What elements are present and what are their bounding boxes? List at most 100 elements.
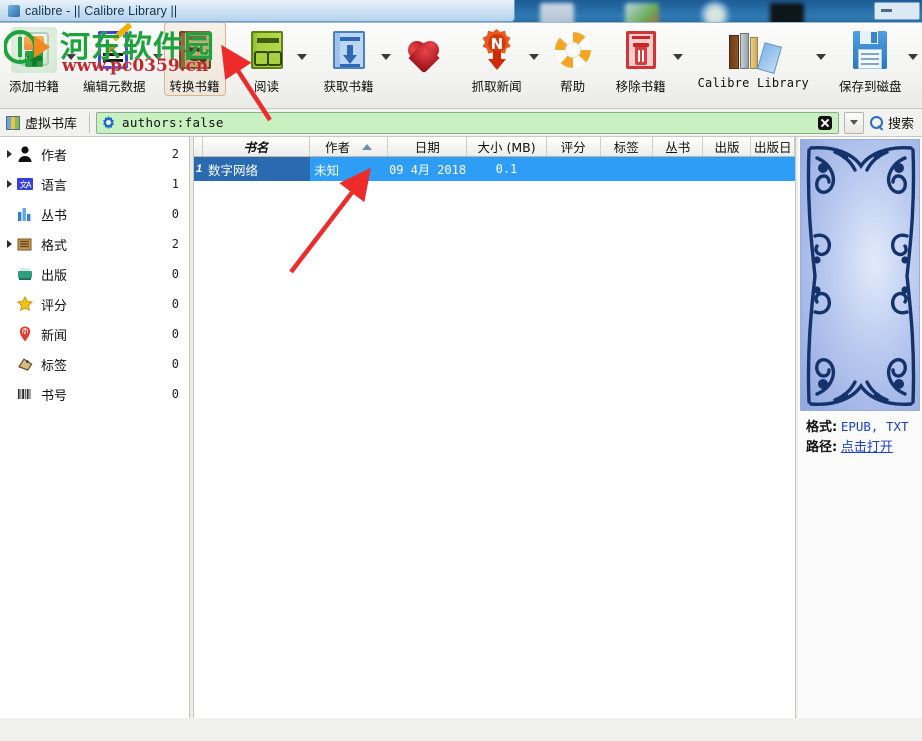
- tag-icon: [16, 355, 34, 373]
- virtual-library-button[interactable]: 虚拟书库: [0, 110, 85, 136]
- series-bars-icon: [16, 205, 34, 223]
- column-header-5[interactable]: 标签: [601, 137, 653, 156]
- sidebar-item-series[interactable]: 丛书 0: [0, 199, 189, 229]
- get-books-menu-arrow[interactable]: [379, 23, 393, 108]
- edit-metadata-button[interactable]: 编辑元数据: [78, 23, 151, 95]
- convert-books-button[interactable]: 转换书籍: [163, 23, 226, 96]
- add-books-label: 添加书籍: [9, 79, 60, 94]
- identifiers-barcode-icon: [16, 385, 34, 403]
- sidebar-label: 语言: [41, 178, 68, 194]
- content-area: 作者 2 文A 语言 1 丛书 0 格式 2 出版 0 评分 0 N 新闻 0 …: [0, 137, 922, 718]
- view-book-button[interactable]: 阅读: [239, 23, 295, 95]
- sidebar-label: 新闻: [41, 328, 68, 344]
- fetch-news-button[interactable]: N 抓取新闻: [467, 23, 527, 95]
- search-button-label: 搜索: [887, 117, 914, 132]
- toolbar-item-help: 帮助: [545, 23, 601, 108]
- detail-path-link[interactable]: 点击打开: [841, 440, 893, 455]
- table-cell-rating[interactable]: [545, 157, 600, 181]
- save-to-disk-icon: [847, 27, 893, 73]
- expand-arrow-icon[interactable]: [2, 240, 16, 248]
- detail-formats-row: 格式: EPUB, TXT: [806, 417, 920, 437]
- table-cell-tags[interactable]: [599, 157, 653, 181]
- sidebar-label: 作者: [41, 148, 68, 164]
- get-books-button[interactable]: 获取书籍: [319, 23, 379, 95]
- tag-browser-sidebar: 作者 2 文A 语言 1 丛书 0 格式 2 出版 0 评分 0 N 新闻 0 …: [0, 137, 190, 718]
- view-book-menu-arrow[interactable]: [295, 23, 309, 108]
- library-menu-arrow[interactable]: [814, 23, 828, 108]
- help-button[interactable]: 帮助: [545, 23, 601, 95]
- save-to-disk-menu-arrow[interactable]: [906, 23, 920, 108]
- sidebar-item-languages[interactable]: 文A 语言 1: [0, 169, 189, 199]
- table-row[interactable]: 1 数字网络 未知 09 4月 2018 0.1: [194, 157, 796, 181]
- sidebar-label: 书号: [41, 388, 68, 404]
- toolbar-item-get-books: 获取书籍: [319, 23, 393, 108]
- book-details-text: 格式: EPUB, TXT 路径: 点击打开: [800, 417, 922, 457]
- save-to-disk-button[interactable]: 保存到磁盘: [834, 23, 907, 95]
- sidebar-item-formats[interactable]: 格式 2: [0, 229, 189, 259]
- book-list-header: 书名 作者 日期 大小 (MB) 评分 标签 丛书 出版 出版日: [194, 137, 796, 157]
- table-cell-publisher[interactable]: [703, 157, 752, 181]
- sidebar-label: 评分: [41, 298, 68, 314]
- fetch-news-label: 抓取新闻: [471, 79, 522, 94]
- window-controls[interactable]: [874, 2, 920, 20]
- minimize-icon[interactable]: [881, 9, 892, 12]
- library-icon: [723, 27, 783, 74]
- convert-books-menu-arrow[interactable]: [225, 23, 239, 108]
- search-field[interactable]: authors:false: [96, 111, 839, 134]
- column-header-6[interactable]: 丛书: [653, 137, 704, 156]
- sidebar-item-authors[interactable]: 作者 2: [0, 139, 189, 169]
- library-label: Calibre Library: [697, 76, 809, 90]
- table-cell-author[interactable]: 未知: [310, 157, 389, 181]
- column-header-8[interactable]: 出版日: [751, 137, 796, 156]
- remove-books-button[interactable]: 移除书籍: [611, 23, 671, 95]
- column-header-3[interactable]: 大小 (MB): [467, 137, 547, 156]
- expand-arrow-icon[interactable]: [2, 150, 16, 158]
- publisher-typewriter-icon: [16, 265, 34, 283]
- sidebar-label: 格式: [41, 238, 68, 254]
- fetch-news-menu-arrow[interactable]: [527, 23, 541, 108]
- table-cell-date[interactable]: 09 4月 2018: [388, 157, 468, 181]
- edit-metadata-menu-arrow[interactable]: [151, 23, 165, 108]
- sidebar-item-tags[interactable]: 标签 0: [0, 349, 189, 379]
- search-history-dropdown[interactable]: [843, 111, 864, 134]
- add-books-button[interactable]: 添加书籍: [4, 23, 64, 95]
- search-input[interactable]: authors:false: [122, 115, 818, 130]
- column-header-0[interactable]: 书名: [203, 137, 310, 156]
- sidebar-item-news[interactable]: N 新闻 0: [0, 319, 189, 349]
- detail-formats-value[interactable]: EPUB, TXT: [841, 419, 909, 434]
- column-header-7[interactable]: 出版: [703, 137, 752, 156]
- table-cell-title[interactable]: 数字网络: [204, 157, 311, 181]
- clear-search-icon[interactable]: [817, 115, 832, 130]
- sidebar-count: 0: [171, 387, 179, 401]
- add-books-menu-arrow[interactable]: [64, 23, 78, 108]
- search-bar: 虚拟书库 authors:false 搜索: [0, 109, 922, 137]
- search-icon: [869, 115, 884, 130]
- column-header-label: 大小 (MB): [477, 140, 536, 155]
- table-cell-series[interactable]: [652, 157, 704, 181]
- gear-icon[interactable]: [101, 115, 116, 130]
- sidebar-item-identifiers[interactable]: 书号 0: [0, 379, 189, 409]
- sidebar-count: 2: [171, 147, 179, 161]
- column-header-label: 书名: [243, 140, 269, 155]
- toolbar-item-fetch-news: N 抓取新闻: [467, 23, 541, 108]
- column-header-2[interactable]: 日期: [388, 137, 468, 156]
- column-header-4[interactable]: 评分: [547, 137, 601, 156]
- sidebar-item-publisher[interactable]: 出版 0: [0, 259, 189, 289]
- expand-arrow-icon[interactable]: [2, 180, 16, 188]
- search-button[interactable]: 搜索: [864, 112, 922, 134]
- column-header-1[interactable]: 作者: [310, 137, 389, 156]
- convert-books-icon: [172, 27, 218, 73]
- sidebar-count: 1: [171, 177, 179, 191]
- book-list-rows: 1 数字网络 未知 09 4月 2018 0.1: [194, 157, 796, 718]
- choose-library-button[interactable]: Calibre Library: [693, 23, 814, 90]
- language-flag-icon: 文A: [16, 175, 34, 193]
- sidebar-label: 丛书: [41, 208, 68, 224]
- table-cell-size[interactable]: 0.1: [467, 157, 546, 181]
- remove-books-menu-arrow[interactable]: [671, 23, 685, 108]
- sidebar-item-rating[interactable]: 评分 0: [0, 289, 189, 319]
- donate-heart-icon: [403, 31, 450, 77]
- donate-button[interactable]: [399, 23, 455, 80]
- sidebar-count: 2: [171, 237, 179, 251]
- table-cell-pubdate[interactable]: [751, 157, 796, 181]
- fetch-news-icon: N: [474, 27, 520, 73]
